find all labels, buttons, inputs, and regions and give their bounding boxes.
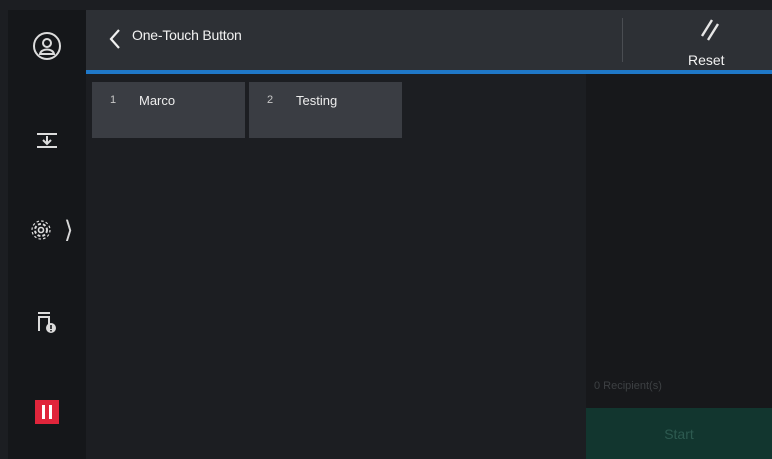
sheet-feed-icon xyxy=(37,133,57,148)
tile-number: 2 xyxy=(267,94,274,106)
back-button[interactable] xyxy=(100,24,130,54)
start-label: Start xyxy=(664,425,694,442)
reset-button[interactable]: Reset xyxy=(676,14,746,68)
user-button[interactable] xyxy=(8,16,86,76)
page-title: One-Touch Button xyxy=(132,27,242,43)
reset-label: Reset xyxy=(688,52,725,68)
recipient-count: 0 Recipient(s) xyxy=(594,380,662,392)
reset-icon xyxy=(700,19,720,41)
tile-label: Testing xyxy=(296,93,338,108)
tile-label: Marco xyxy=(139,93,176,108)
one-touch-button-2[interactable]: 2 Testing xyxy=(249,82,402,138)
stop-icon xyxy=(35,400,59,424)
user-icon xyxy=(33,32,61,60)
device-settings-button[interactable]: ⟩ xyxy=(8,200,86,260)
recipient-panel: 0 Recipient(s) Start xyxy=(586,74,772,459)
header-bar: One-Touch Button Reset xyxy=(86,10,772,74)
settings-gear-icon xyxy=(31,220,51,240)
sidebar: ⟩ xyxy=(8,10,86,459)
job-status-button[interactable] xyxy=(8,292,86,352)
one-touch-button-1[interactable]: 1 Marco xyxy=(92,82,245,138)
start-button[interactable]: Start xyxy=(586,408,772,459)
chevron-left-icon xyxy=(109,29,120,49)
feed-button[interactable] xyxy=(8,110,86,170)
one-touch-list: 1 Marco 2 Testing xyxy=(86,74,586,459)
header-divider xyxy=(622,18,623,62)
printer-status-icon xyxy=(38,312,56,333)
stop-button[interactable] xyxy=(8,382,86,442)
chevron-right-icon: ⟩ xyxy=(64,216,74,244)
tile-number: 1 xyxy=(110,94,117,106)
